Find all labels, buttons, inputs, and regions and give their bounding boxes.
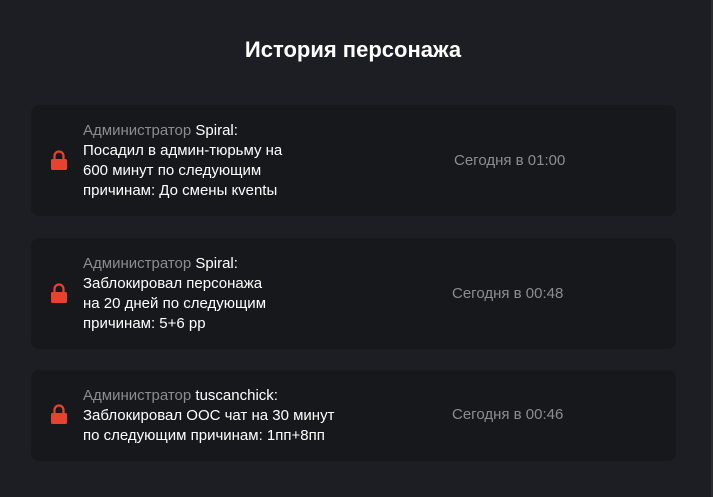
entry-role: Администратор (83, 122, 192, 139)
entry-line: по следующим причинам: 1пп+8пп (83, 427, 325, 444)
entry-time: Сегодня в 01:00 (454, 152, 566, 169)
entry-line: причинам: До смены кventы (83, 182, 278, 199)
entry-text: Администратор Spiral: Заблокировал персо… (83, 254, 266, 334)
history-entry: Администратор Spiral: Посадил в админ-тю… (31, 105, 676, 216)
entry-admin-name: tuscanchick: (195, 387, 278, 404)
lock-icon (50, 404, 68, 424)
entry-time: Сегодня в 00:48 (452, 285, 564, 302)
entry-role: Администратор (83, 255, 192, 272)
entry-text: Администратор tuscanchick: Заблокировал … (83, 386, 334, 446)
entry-time: Сегодня в 00:46 (452, 406, 564, 423)
entry-text: Администратор Spiral: Посадил в админ-тю… (83, 121, 282, 201)
entry-line: Заблокировал персонажа (83, 275, 263, 292)
entry-admin-name: Spiral: (195, 255, 238, 272)
entry-line: на 20 дней по следующим (83, 295, 267, 312)
history-entry: Администратор Spiral: Заблокировал персо… (31, 238, 676, 349)
entry-line: Заблокировал ООС чат на 30 минут (83, 407, 335, 424)
entry-header: Администратор Spiral: (83, 121, 282, 141)
entry-line: Посадил в админ-тюрьму на (83, 142, 283, 159)
history-entry: Администратор tuscanchick: Заблокировал … (31, 370, 676, 461)
entry-header: Администратор Spiral: (83, 254, 266, 274)
entry-admin-name: Spiral: (195, 122, 238, 139)
entry-header: Администратор tuscanchick: (83, 386, 334, 406)
entry-role: Администратор (83, 387, 192, 404)
page-title: История персонажа (244, 37, 462, 62)
entry-line: 600 минут по следующим (83, 162, 262, 179)
lock-icon (50, 283, 68, 303)
lock-icon (50, 150, 68, 170)
entry-line: причинам: 5+6 рр (83, 315, 206, 332)
